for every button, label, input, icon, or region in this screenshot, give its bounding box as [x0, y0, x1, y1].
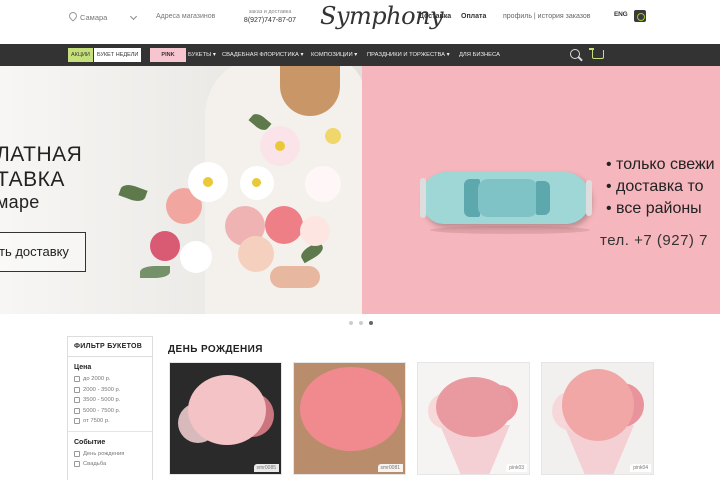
bouquet-image: [562, 369, 634, 441]
checkbox[interactable]: [74, 418, 80, 425]
product-card[interactable]: pink03: [417, 362, 530, 475]
nav-wedding[interactable]: СВАДЕБНАЯ ФЛОРИСТИКА ▾: [222, 44, 303, 66]
bouquet-anemone-center: [252, 178, 261, 187]
section-title: ДЕНЬ РОЖДЕНИЯ: [168, 344, 263, 355]
benefit-item: все районы: [606, 198, 715, 220]
bouquet-tulip-center: [275, 141, 285, 151]
stores-link[interactable]: Адреса магазинов: [156, 13, 215, 20]
language-switch[interactable]: ENG: [614, 11, 628, 18]
search-icon[interactable]: [570, 49, 580, 59]
city-selector[interactable]: Самара: [68, 12, 107, 22]
filter-event-option[interactable]: День рождения: [68, 449, 152, 460]
chevron-down-icon[interactable]: [129, 12, 138, 21]
bouquet-anemone: [180, 241, 212, 273]
nav-bouquet-week[interactable]: БУКЕТ НЕДЕЛИ: [94, 48, 142, 62]
checkbox[interactable]: [74, 386, 80, 393]
product-sku: pink04: [630, 464, 651, 472]
instagram-icon[interactable]: [634, 10, 646, 22]
filter-price-option[interactable]: от 7500 р.: [68, 416, 152, 427]
nav-bouquets[interactable]: БУКЕТЫ ▾: [188, 44, 216, 66]
hero-slide-right: только свежи доставка то все районы тел.…: [362, 66, 720, 314]
hero-slide-left: ЛАТНАЯ ТАВКА маре ть доставку: [0, 66, 362, 314]
hero-hand: [270, 266, 320, 288]
cart-icon[interactable]: [589, 48, 604, 59]
slider-dot[interactable]: [359, 321, 363, 325]
checkbox[interactable]: [74, 461, 80, 468]
hero-phone: тел. +7 (927) 7: [600, 232, 708, 249]
benefit-item: доставка то: [606, 176, 715, 198]
bouquet-leaf: [118, 181, 148, 205]
nav-compositions[interactable]: КОМПОЗИЦИИ ▾: [311, 44, 357, 66]
nav-pink[interactable]: PINK: [150, 48, 186, 62]
bouquet-rose: [150, 231, 180, 261]
nav-business[interactable]: ДЛЯ БИЗНЕСА: [459, 44, 500, 66]
hero-title: ЛАТНАЯ ТАВКА: [0, 143, 83, 191]
hero-benefits-list: только свежи доставка то все районы: [606, 154, 715, 220]
bouquet-leaf: [140, 266, 170, 278]
bouquet-image: [436, 377, 512, 437]
phone-block: заказ и доставка 8(927)747-87-07: [241, 9, 299, 24]
bouquet-image: [300, 367, 402, 451]
payment-link[interactable]: Оплата: [461, 13, 486, 20]
checkbox[interactable]: [74, 450, 80, 457]
profile-link[interactable]: профиль | история заказов: [503, 13, 591, 20]
city-label: Самара: [80, 12, 108, 22]
slider-dot-active[interactable]: [369, 321, 373, 325]
filter-price-label: Цена: [74, 364, 92, 371]
filter-title: ФИЛЬТР БУКЕТОВ: [68, 337, 152, 357]
toy-car-image: [420, 166, 592, 236]
bouquet-rose: [265, 206, 303, 244]
product-sku: smr0085: [253, 464, 279, 472]
hero-slider: ЛАТНАЯ ТАВКА маре ть доставку только све…: [0, 66, 720, 314]
benefit-item: только свежи: [606, 154, 715, 176]
bouquet-image: [188, 375, 266, 445]
bouquet-anemone-center: [203, 177, 213, 187]
filter-price-option[interactable]: до 2000 р.: [68, 374, 152, 385]
nav-sale[interactable]: АКЦИИ: [68, 48, 93, 62]
bouquet-peony: [300, 216, 330, 246]
filter-price-option[interactable]: 3500 - 5000 р.: [68, 395, 152, 406]
location-pin-icon: [68, 12, 76, 22]
filter-event-option[interactable]: Свадьба: [68, 459, 152, 470]
main-nav: АКЦИИ БУКЕТ НЕДЕЛИ PINK БУКЕТЫ ▾ СВАДЕБН…: [0, 44, 720, 66]
bouquet-yellow-bud: [325, 128, 341, 144]
hero-order-button[interactable]: ть доставку: [0, 232, 86, 272]
product-card[interactable]: pink04: [541, 362, 654, 475]
checkbox[interactable]: [74, 376, 80, 383]
bouquet-ranunculus: [238, 236, 274, 272]
phone-note: заказ и доставка: [248, 9, 292, 15]
delivery-link[interactable]: Доставка: [419, 13, 451, 20]
checkbox[interactable]: [74, 407, 80, 414]
product-sku: pink03: [506, 464, 527, 472]
checkbox[interactable]: [74, 397, 80, 404]
hero-subtitle: маре: [0, 192, 40, 212]
filter-price-option[interactable]: 5000 - 7500 р.: [68, 406, 152, 417]
product-card[interactable]: smr0085: [169, 362, 282, 475]
slider-dot[interactable]: [349, 321, 353, 325]
phone-link[interactable]: 8(927)747-87-07: [241, 17, 299, 24]
filter-price-option[interactable]: 2000 - 3500 р.: [68, 385, 152, 396]
top-bar: Самара Адреса магазинов заказ и доставка…: [0, 0, 720, 44]
product-sku: smr0081: [377, 464, 403, 472]
product-card[interactable]: smr0081: [293, 362, 406, 475]
bouquet-peony: [305, 166, 341, 202]
nav-holidays[interactable]: ПРАЗДНИКИ И ТОРЖЕСТВА ▾: [367, 44, 450, 66]
slider-dots: [349, 321, 373, 325]
filter-event-label: Событие: [74, 438, 106, 446]
bouquet-filter: ФИЛЬТР БУКЕТОВ Цена до 2000 р. 2000 - 35…: [67, 336, 153, 480]
